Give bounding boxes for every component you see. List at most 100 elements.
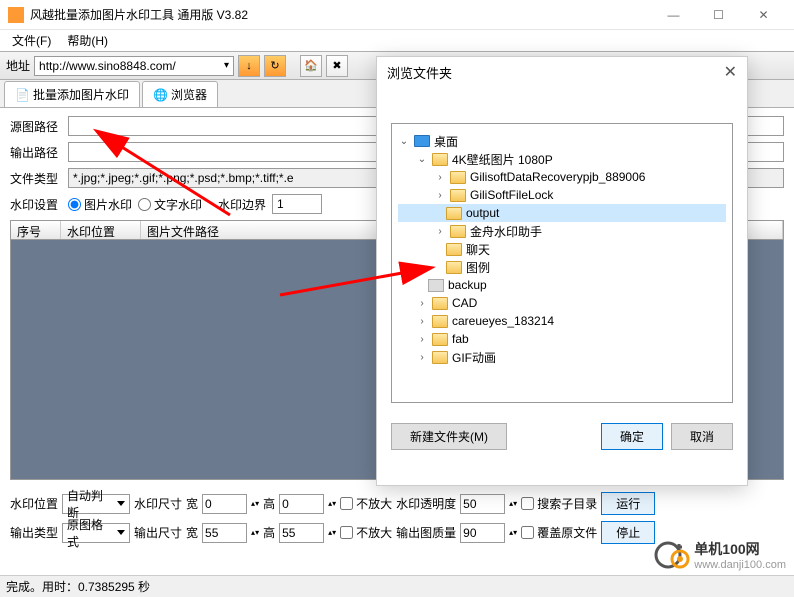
- wmpos-label: 水印位置: [10, 495, 58, 512]
- quality-input[interactable]: [460, 523, 505, 543]
- folder-icon: [432, 153, 448, 166]
- spinner-icon[interactable]: ▴▾: [328, 499, 336, 508]
- tree-item[interactable]: backup: [398, 276, 726, 294]
- cancel-button[interactable]: 取消: [671, 423, 733, 450]
- quality-label: 输出图质量: [396, 524, 456, 541]
- dialog-buttons: 新建文件夹(M) 确定 取消: [377, 413, 747, 460]
- tree-item[interactable]: 聊天: [398, 240, 726, 258]
- collapse-icon[interactable]: ⌄: [416, 153, 428, 165]
- page-watermark: 单机100网 www.danji100.com: [654, 537, 786, 573]
- stop-button[interactable]: 停止: [601, 521, 655, 544]
- chk-no-enlarge-2[interactable]: 不放大: [340, 524, 392, 541]
- outsize-label: 输出尺寸: [134, 524, 182, 541]
- folder-icon: [450, 189, 466, 202]
- wmsize-label: 水印尺寸: [134, 495, 182, 512]
- dialog-title: 浏览文件夹: [387, 63, 452, 82]
- radio-text-watermark[interactable]: 文字水印: [138, 196, 202, 213]
- wmsetting-label: 水印设置: [10, 196, 62, 213]
- watermark-brand: 单机100网: [694, 539, 786, 559]
- tree-item[interactable]: ›fab: [398, 330, 726, 348]
- wm-width-input[interactable]: [202, 494, 247, 514]
- expand-icon[interactable]: ›: [434, 171, 446, 183]
- browse-folder-dialog: 浏览文件夹 ✕ ⌄桌面 ⌄4K壁纸图片 1080P ›GilisoftDataR…: [376, 56, 748, 486]
- menu-file[interactable]: 文件(F): [4, 30, 59, 51]
- watermark-logo-icon: [654, 537, 690, 573]
- wmpos-select[interactable]: 自动判断: [62, 494, 130, 514]
- tree-desktop[interactable]: ⌄桌面: [398, 132, 726, 150]
- go-button[interactable]: ↓: [238, 55, 260, 77]
- dialog-close-button[interactable]: ✕: [724, 62, 737, 82]
- h-label2: 高: [263, 524, 275, 541]
- tab-watermark[interactable]: 📄 批量添加图片水印: [4, 81, 140, 107]
- expand-icon[interactable]: ›: [434, 189, 446, 201]
- out-width-input[interactable]: [202, 523, 247, 543]
- watermark-icon: 📄: [15, 88, 29, 102]
- maximize-button[interactable]: ☐: [696, 1, 741, 29]
- expand-icon[interactable]: ›: [416, 333, 428, 345]
- expand-icon[interactable]: ›: [416, 351, 428, 363]
- tree-item[interactable]: ⌄4K壁纸图片 1080P: [398, 150, 726, 168]
- url-value: http://www.sino8848.com/: [39, 59, 176, 73]
- printer-icon: [428, 279, 444, 292]
- newfolder-button[interactable]: 新建文件夹(M): [391, 423, 507, 450]
- filetype-label: 文件类型: [10, 170, 62, 187]
- folder-icon: [446, 207, 462, 220]
- folder-icon: [432, 351, 448, 364]
- outpath-label: 输出路径: [10, 144, 62, 161]
- srcpath-label: 源图路径: [10, 118, 62, 135]
- ok-button[interactable]: 确定: [601, 423, 663, 450]
- tree-item[interactable]: ›CAD: [398, 294, 726, 312]
- expand-icon[interactable]: ›: [434, 225, 446, 237]
- tree-item[interactable]: ›GilisoftDataRecoverypjb_889006: [398, 168, 726, 186]
- chk-no-enlarge-1[interactable]: 不放大: [340, 495, 392, 512]
- tree-item[interactable]: ›GIF动画: [398, 348, 726, 366]
- outtype-select[interactable]: 原图格式: [62, 523, 130, 543]
- menu-help[interactable]: 帮助(H): [59, 30, 116, 51]
- refresh-button[interactable]: ↻: [264, 55, 286, 77]
- opacity-input[interactable]: [460, 494, 505, 514]
- folder-icon: [450, 225, 466, 238]
- spinner-icon[interactable]: ▴▾: [251, 499, 259, 508]
- opacity-label: 水印透明度: [396, 495, 456, 512]
- minimize-button[interactable]: —: [651, 1, 696, 29]
- folder-tree[interactable]: ⌄桌面 ⌄4K壁纸图片 1080P ›GilisoftDataRecoveryp…: [391, 123, 733, 403]
- w-label: 宽: [186, 495, 198, 512]
- run-button[interactable]: 运行: [601, 492, 655, 515]
- close-button[interactable]: ✕: [741, 1, 786, 29]
- radio-image-watermark[interactable]: 图片水印: [68, 196, 132, 213]
- folder-icon: [432, 297, 448, 310]
- tree-item[interactable]: ›GiliSoftFileLock: [398, 186, 726, 204]
- wmborder-input[interactable]: [272, 194, 322, 214]
- out-height-input[interactable]: [279, 523, 324, 543]
- collapse-icon[interactable]: ⌄: [398, 135, 410, 147]
- spinner-icon[interactable]: ▴▾: [251, 528, 259, 537]
- chk-overwrite[interactable]: 覆盖原文件: [521, 524, 597, 541]
- wmborder-label: 水印边界: [218, 196, 266, 213]
- stop-nav-button[interactable]: ✖: [326, 55, 348, 77]
- url-input[interactable]: http://www.sino8848.com/ ▾: [34, 56, 234, 76]
- wm-height-input[interactable]: [279, 494, 324, 514]
- menubar: 文件(F) 帮助(H): [0, 30, 794, 52]
- expand-icon[interactable]: ›: [416, 315, 428, 327]
- tab-browser[interactable]: 🌐 浏览器: [142, 81, 218, 107]
- tree-item-selected[interactable]: output: [398, 204, 726, 222]
- spinner-icon[interactable]: ▴▾: [509, 499, 517, 508]
- spinner-icon[interactable]: ▴▾: [328, 528, 336, 537]
- browser-icon: 🌐: [153, 88, 167, 102]
- chk-search-sub[interactable]: 搜索子目录: [521, 495, 597, 512]
- tree-item[interactable]: ›careueyes_183214: [398, 312, 726, 330]
- tree-item[interactable]: ›金舟水印助手: [398, 222, 726, 240]
- col-seq: 序号: [11, 221, 61, 239]
- expand-icon[interactable]: ›: [416, 297, 428, 309]
- spinner-icon[interactable]: ▴▾: [509, 528, 517, 537]
- folder-icon: [432, 333, 448, 346]
- home-button[interactable]: 🏠: [300, 55, 322, 77]
- tab-watermark-label: 批量添加图片水印: [33, 86, 129, 103]
- w-label2: 宽: [186, 524, 198, 541]
- tree-item[interactable]: 图例: [398, 258, 726, 276]
- folder-icon: [446, 261, 462, 274]
- h-label: 高: [263, 495, 275, 512]
- folder-icon: [450, 171, 466, 184]
- folder-icon: [432, 315, 448, 328]
- folder-icon: [446, 243, 462, 256]
